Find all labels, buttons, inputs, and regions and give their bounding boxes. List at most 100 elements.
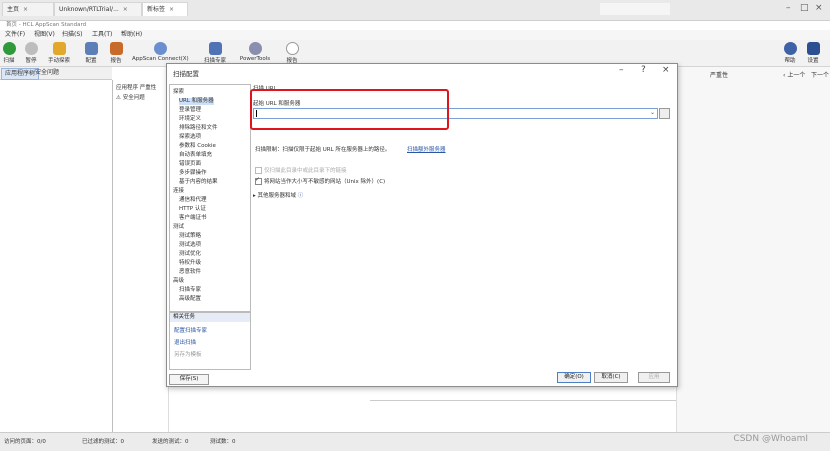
tree-item[interactable]: 探索选项 [179, 134, 201, 141]
extra-servers-link[interactable]: 扫描额外服务器 [407, 145, 446, 153]
watermark: CSDN @WhoamI [733, 434, 808, 444]
tree-item[interactable]: 特权升级 [179, 260, 201, 267]
application-tree-pane[interactable] [0, 80, 113, 432]
checkbox-case-insensitive-label: 将网站当作大小写不敏感的网站（Unix 除外）(C) [264, 179, 386, 185]
checkbox-case-insensitive[interactable] [255, 176, 262, 185]
related-task-exit-scan[interactable]: 退出扫描 [174, 338, 196, 346]
related-tasks-panel: 相关任务 配置扫描专家 退出扫描 另存为模板 [169, 312, 251, 370]
tree-item[interactable]: 环境定义 [179, 116, 201, 123]
tree-group[interactable]: 探索 [173, 89, 184, 96]
tree-item[interactable]: 高级配置 [179, 296, 201, 303]
appscan-connect-button[interactable]: AppScan Connect(X) [132, 42, 189, 62]
search-report-button[interactable]: 报告 [284, 42, 300, 64]
tree-item[interactable]: 错误页面 [179, 161, 201, 168]
status-bar: 访问的页面：0/0 已过滤的测试：0 发送的测试：0 测试数：0 [0, 432, 830, 451]
close-window-icon[interactable]: × [815, 3, 823, 13]
report-icon [109, 42, 123, 55]
play-icon [2, 42, 16, 55]
close-icon[interactable]: × [169, 6, 174, 13]
tree-item[interactable]: URL 和服务器 [179, 98, 214, 105]
info-text: 扫描限制：扫描仅限于起始 URL 所在服务器上的路径。 [255, 147, 391, 153]
report-button[interactable]: 报告 [108, 42, 124, 64]
settings-icon [806, 42, 820, 55]
dialog-title: 扫描配置 [173, 70, 199, 78]
settings-button[interactable]: 设置 [804, 42, 822, 64]
connect-icon [153, 42, 167, 55]
config-button[interactable]: 配置 [84, 42, 98, 64]
tree-item[interactable]: 自动表单填充 [179, 152, 212, 159]
issues-list-pane[interactable]: 应用程序 严重性 ⚠ 安全问题 [113, 80, 169, 432]
cancel-button[interactable]: 取消(C) [594, 372, 628, 383]
tree-item[interactable]: 测试优化 [179, 251, 201, 258]
powertools-button[interactable]: PowerTools [238, 42, 272, 62]
checkbox-directory-only [255, 167, 262, 174]
status-test-count: 测试数：0 [210, 439, 236, 445]
tree-item[interactable]: 登录管理 [179, 107, 201, 114]
highlight-annotation [250, 89, 449, 130]
config-icon [84, 42, 98, 55]
tree-group[interactable]: 连接 [173, 188, 184, 195]
help-icon[interactable]: ? [641, 65, 646, 75]
browse-button[interactable] [659, 108, 670, 119]
expert-icon [208, 42, 222, 55]
scan-expert-button[interactable]: 扫描专家 [204, 42, 226, 64]
status-sent-tests: 发送的测试：0 [152, 439, 189, 445]
status-pages-visited: 访问的页面：0/0 [4, 439, 46, 445]
tree-item[interactable]: 客户端证书 [179, 215, 207, 222]
help-icon [783, 42, 797, 55]
search-icon [285, 42, 299, 55]
list-header: 应用程序 严重性 [116, 85, 157, 91]
tree-group[interactable]: 高级 [173, 278, 184, 285]
tree-item[interactable]: HTTP 认证 [179, 206, 206, 213]
tree-item[interactable]: 测试选项 [179, 242, 201, 249]
tree-item[interactable]: 通信和代理 [179, 197, 207, 204]
chevron-down-icon[interactable]: ⌄ [650, 109, 655, 116]
tree-item[interactable]: 测试策略 [179, 233, 201, 240]
tab-issues[interactable]: 安全问题 [32, 68, 62, 78]
tree-item[interactable]: 排除路径和文件 [179, 125, 218, 132]
browser-tab-url[interactable]: Unknown/RTLTrial/... × [54, 2, 142, 16]
scan-button[interactable]: 扫描 [2, 42, 16, 64]
minimize-icon[interactable]: – [619, 65, 624, 75]
divider [370, 400, 676, 401]
more-servers-toggle[interactable]: ▸ 其他服务器和域 ⓘ [253, 191, 303, 199]
browser-tab-new[interactable]: 新标签 × [142, 2, 188, 16]
manual-explore-button[interactable]: 手动探索 [48, 42, 70, 64]
tree-group[interactable]: 测试 [173, 224, 184, 231]
tree-item[interactable]: 参数和 Cookie [179, 143, 216, 150]
related-task-configure-expert[interactable]: 配置扫描专家 [174, 326, 207, 334]
menu-view[interactable]: 视图(V) [34, 30, 55, 40]
minimize-icon[interactable]: – [786, 3, 791, 13]
menu-tools[interactable]: 工具(T) [92, 30, 112, 40]
close-icon[interactable]: × [23, 6, 28, 13]
hand-icon [52, 42, 66, 55]
left-panel-tabs: 应用程序树 安全问题 [0, 67, 112, 80]
browser-tab-home[interactable]: 主页 × [2, 2, 54, 16]
pause-button[interactable]: 暂停 [24, 42, 38, 64]
config-tree: 探索 URL 和服务器 登录管理环境定义排除路径和文件 探索选项参数和 Cookie 自… [169, 84, 251, 312]
window-title-bar: 主页 × Unknown/RTLTrial/... × 新标签 × – □ × [0, 0, 830, 21]
list-item[interactable]: ⚠ 安全问题 [116, 93, 145, 101]
ok-button[interactable]: 确定(O) [557, 372, 591, 383]
menu-scan[interactable]: 扫描(S) [62, 30, 83, 40]
save-button[interactable]: 保存(S) [169, 374, 209, 385]
help-button[interactable]: 帮助 [782, 42, 798, 64]
checkbox-directory-only-label: 仅扫描此目录中或此目录下的链接 [264, 168, 347, 174]
menu-help[interactable]: 帮助(H) [121, 30, 142, 40]
tree-item[interactable]: 扫描专家 [179, 287, 201, 294]
gear-icon [248, 42, 262, 55]
close-icon[interactable]: × [123, 6, 128, 13]
tree-item[interactable]: 恶意软件 [179, 269, 201, 276]
close-icon[interactable]: × [662, 65, 670, 75]
info-icon: ⓘ [297, 193, 304, 199]
severity-filter[interactable]: 严重性 [710, 70, 728, 79]
pause-icon [24, 42, 38, 55]
maximize-icon[interactable]: □ [800, 3, 809, 13]
details-pane: 严重性 ‹ 上一个 下一个 [676, 67, 830, 432]
tree-item[interactable]: 多步骤操作 [179, 170, 207, 177]
next-button[interactable]: 下一个 [811, 70, 829, 79]
apply-button: 应用 [638, 372, 670, 383]
tree-item[interactable]: 基于内容的结果 [179, 179, 218, 186]
menu-file[interactable]: 文件(F) [5, 30, 25, 40]
prev-button[interactable]: ‹ 上一个 [783, 70, 805, 79]
